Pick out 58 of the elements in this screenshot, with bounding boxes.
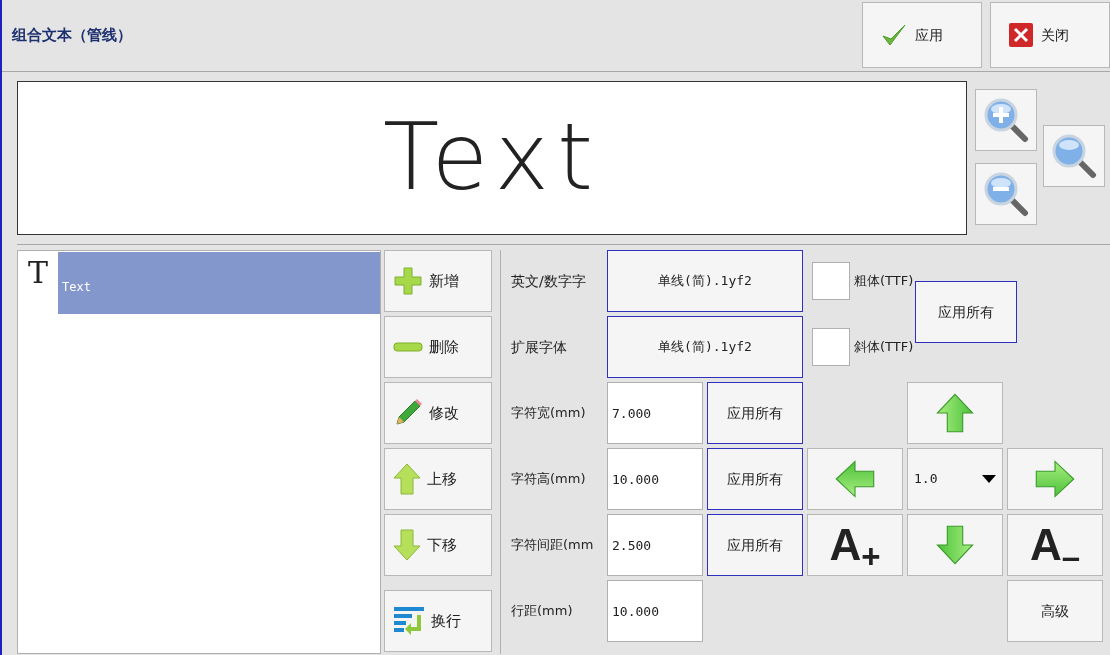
down-arrow-icon — [393, 529, 421, 561]
font-select-button[interactable]: 单线(简).1yf2 — [607, 250, 803, 312]
checkmark-icon — [881, 22, 907, 48]
arrow-icon — [933, 523, 977, 567]
text-type-icon: T — [22, 252, 58, 288]
checkbox-label: 斜体(TTF) — [854, 338, 914, 357]
step-dropdown[interactable]: 1.0 — [907, 448, 1003, 510]
apply-all-button[interactable]: 应用所有 — [707, 448, 803, 510]
window-title: 组合文本（管线） — [12, 25, 133, 47]
shrink-font-button[interactable]: A$_{–}$ — [1007, 514, 1103, 576]
up-button[interactable]: 上移 — [384, 448, 492, 510]
field-label: 行距(mm) — [510, 602, 574, 621]
down-button[interactable]: 下移 — [384, 514, 492, 576]
preview-text: Text — [382, 112, 602, 204]
enlarge-font-button[interactable]: A$_{+}$ — [807, 514, 903, 576]
up-arrow-icon — [393, 463, 421, 495]
wrap-button[interactable]: 换行 — [384, 590, 492, 652]
minus-icon — [393, 341, 423, 353]
move-down-button[interactable] — [907, 514, 1003, 576]
checkbox[interactable] — [812, 262, 850, 300]
apply-all-button[interactable]: 应用所有 — [707, 514, 803, 576]
field-label: 字符高(mm) — [510, 470, 587, 489]
move-right-button[interactable] — [1007, 448, 1103, 510]
zoom-in-icon — [983, 97, 1029, 143]
zoom-in-button[interactable] — [975, 89, 1037, 151]
number-field[interactable]: 10.000 — [607, 448, 703, 510]
add-button[interactable]: 新增 — [384, 250, 492, 312]
arrow-icon — [833, 457, 877, 501]
apply-all-button[interactable]: 应用所有 — [707, 382, 803, 444]
apply-button[interactable]: 应用 — [862, 2, 982, 68]
arrow-icon — [1033, 457, 1077, 501]
checkbox[interactable] — [812, 328, 850, 366]
checkbox-label: 粗体(TTF) — [854, 272, 914, 291]
number-field[interactable]: 7.000 — [607, 382, 703, 444]
number-field[interactable]: 2.500 — [607, 514, 703, 576]
move-left-button[interactable] — [807, 448, 903, 510]
close-icon — [1009, 23, 1033, 47]
advanced-button[interactable]: 高级 — [1007, 580, 1103, 642]
field-label: 英文/数字字 — [510, 271, 587, 291]
apply-all-button[interactable]: 应用所有 — [915, 281, 1018, 343]
edit-button[interactable]: 修改 — [384, 382, 492, 444]
zoom-out-button[interactable] — [975, 163, 1037, 225]
line-break-icon — [393, 605, 425, 637]
font-select-button[interactable]: 单线(简).1yf2 — [607, 316, 803, 378]
zoom-fit-button[interactable] — [1043, 125, 1105, 187]
magnifier-icon — [1051, 133, 1097, 179]
move-up-button[interactable] — [907, 382, 1003, 444]
delete-button[interactable]: 删除 — [384, 316, 492, 378]
pencil-icon — [393, 398, 423, 428]
dropdown-arrow-icon — [982, 475, 996, 483]
plus-icon — [393, 266, 423, 296]
zoom-out-icon — [983, 171, 1029, 217]
field-label: 字符宽(mm) — [510, 404, 587, 423]
number-field[interactable]: 10.000 — [607, 580, 703, 642]
close-button[interactable]: 关闭 — [990, 2, 1110, 68]
arrow-icon — [933, 391, 977, 435]
field-label: 扩展字体 — [510, 337, 568, 357]
field-label: 字符间距(mm — [510, 536, 595, 555]
